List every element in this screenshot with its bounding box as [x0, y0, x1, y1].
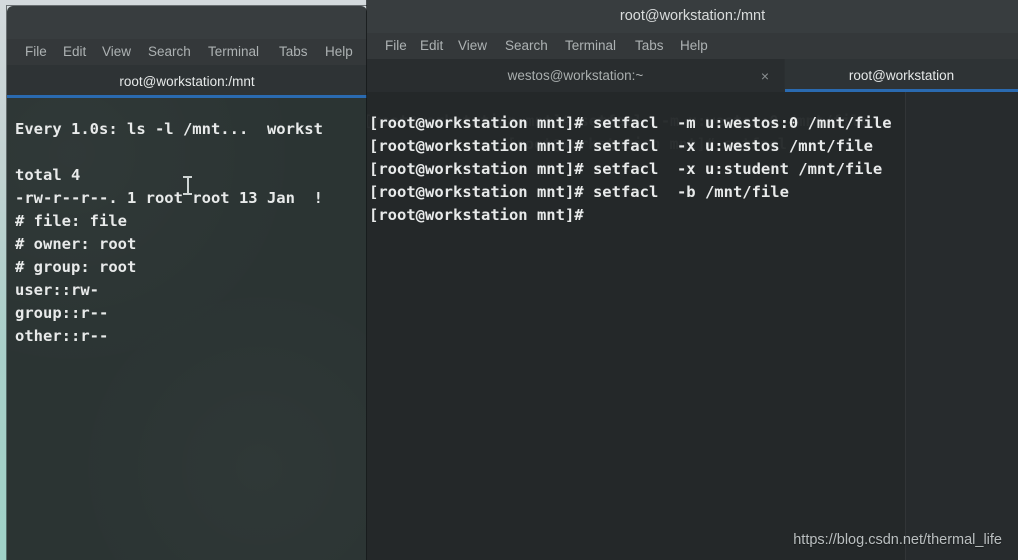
right-tab-westos[interactable]: westos@workstation:~ × [367, 59, 784, 92]
left-menu-tabs[interactable]: Tabs [279, 39, 308, 65]
left-titlebar[interactable] [7, 6, 367, 40]
left-menu-search[interactable]: Search [148, 39, 191, 65]
terminal-line: Every 1.0s: ls -l /mnt... workst [15, 120, 323, 138]
left-tabbar[interactable]: root@workstation:/mnt [7, 65, 367, 98]
right-tab-root-label: root@workstation [848, 68, 955, 83]
terminal-window-right[interactable]: root@workstation:/mnt File Edit View Sea… [367, 0, 1018, 560]
left-window-title [7, 6, 367, 39]
right-menu-view[interactable]: View [458, 33, 487, 59]
right-menu-help[interactable]: Help [680, 33, 708, 59]
terminal-line: [root@workstation mnt]# setfacl -x u:wes… [369, 137, 873, 155]
right-menubar[interactable]: File Edit View Search Terminal Tabs Help [367, 33, 1018, 60]
terminal-line: # group: root [15, 258, 137, 276]
left-menu-terminal[interactable]: Terminal [208, 39, 259, 65]
left-tab-label: root@workstation:/mnt [119, 74, 255, 89]
left-menu-help[interactable]: Help [325, 39, 353, 65]
left-menubar[interactable]: File Edit View Search Terminal Tabs Help [7, 39, 367, 66]
right-menu-file[interactable]: File [385, 33, 407, 59]
watermark-text: https://blog.csdn.net/thermal_life [793, 532, 1002, 548]
terminal-line: other::r-- [15, 327, 109, 345]
left-menu-edit[interactable]: Edit [63, 39, 86, 65]
terminal-seam [905, 92, 906, 560]
terminal-line: group::r-- [15, 304, 109, 322]
right-terminal-output[interactable]: [root@workstation mnt]# setfacl[root@wor… [367, 92, 1018, 560]
right-titlebar[interactable]: root@workstation:/mnt [367, 0, 1018, 34]
right-menu-tabs[interactable]: Tabs [635, 33, 664, 59]
right-menu-terminal[interactable]: Terminal [565, 33, 616, 59]
terminal-window-left[interactable]: File Edit View Search Terminal Tabs Help… [7, 6, 367, 560]
left-menu-file[interactable]: File [25, 39, 47, 65]
terminal-line: # file: file [15, 212, 127, 230]
left-tab-root-mnt[interactable]: root@workstation:/mnt [7, 65, 367, 98]
screenshot-stage: File Edit View Search Terminal Tabs Help… [0, 0, 1018, 560]
right-menu-edit[interactable]: Edit [420, 33, 443, 59]
terminal-line: [root@workstation mnt]# setfacl -x u:stu… [369, 160, 883, 178]
right-window-title: root@workstation:/mnt [619, 8, 766, 24]
right-tab-root[interactable]: root@workstation [785, 59, 1018, 92]
close-icon[interactable]: × [758, 69, 772, 83]
right-terminal-margin [905, 92, 1018, 560]
right-tabbar[interactable]: westos@workstation:~ × root@workstation [367, 59, 1018, 92]
terminal-line: [root@workstation mnt]# [369, 206, 584, 224]
terminal-line: user::rw- [15, 281, 99, 299]
terminal-line: [root@workstation mnt]# setfacl -b /mnt/… [369, 183, 789, 201]
right-menu-search[interactable]: Search [505, 33, 548, 59]
terminal-line: -rw-r--r--. 1 root root 13 Jan ! [15, 189, 323, 207]
terminal-line: # owner: root [15, 235, 137, 253]
left-terminal-output[interactable]: Every 1.0s: ls -l /mnt... workst total 4 -… [7, 98, 367, 560]
terminal-line: total 4 [15, 166, 81, 184]
left-menu-view[interactable]: View [102, 39, 131, 65]
terminal-line: [root@workstation mnt]# setfacl -m u:wes… [369, 114, 892, 132]
right-tab-westos-label: westos@workstation:~ [507, 68, 644, 83]
